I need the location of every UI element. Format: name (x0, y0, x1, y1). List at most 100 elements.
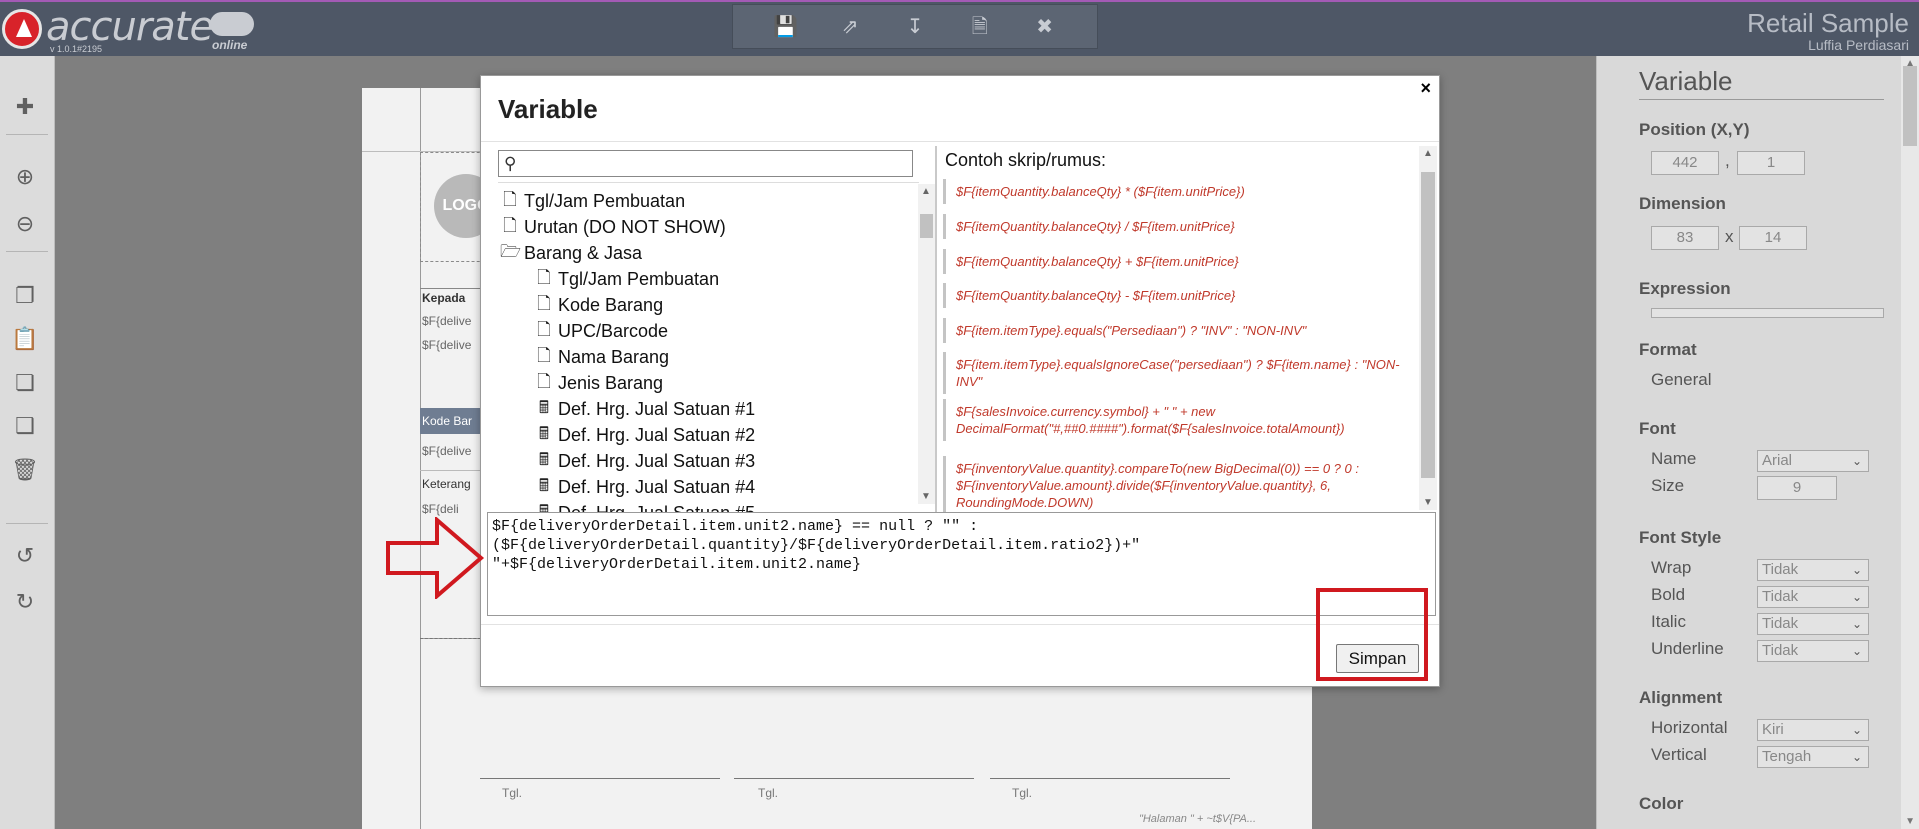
tree-item[interactable]: 🖩 Def. Hrg. Jual Satuan #1 (534, 397, 755, 421)
example-snippet[interactable]: $F{item.itemType}.equalsIgnoreCase("pers… (943, 352, 1415, 394)
scroll-down-icon[interactable]: ▼ (921, 491, 931, 502)
tree-item[interactable]: 🖩 Def. Hrg. Jual Satuan #2 (534, 423, 755, 447)
horizontal-select[interactable]: Kiri ⌄ (1757, 719, 1869, 741)
zoom-in-icon[interactable]: ⊕ (10, 162, 40, 192)
scroll-down-icon[interactable]: ▼ (1423, 497, 1433, 508)
tree-item-label: Urutan (DO NOT SHOW) (524, 216, 726, 237)
scroll-up-icon[interactable]: ▲ (1423, 148, 1433, 159)
wrap-label: Wrap (1651, 558, 1692, 577)
scrollbar-thumb[interactable] (920, 214, 933, 238)
tree-item[interactable]: 🗋 UPC/Barcode (534, 319, 668, 343)
tree-item[interactable]: 🖩 Def. Hrg. Jual Satuan #4 (534, 475, 755, 499)
position-x-input[interactable]: 442 (1651, 151, 1719, 175)
dimension-separator: x (1725, 227, 1734, 246)
selected-variable-field[interactable]: $F{deli (422, 502, 459, 516)
italic-select[interactable]: Tidak ⌄ (1757, 613, 1869, 635)
example-snippet[interactable]: $F{itemQuantity.balanceQty} / $F{item.un… (943, 214, 1415, 239)
font-size-input[interactable]: 9 (1757, 476, 1837, 500)
font-size-label: Size (1651, 476, 1685, 495)
wrap-select[interactable]: Tidak ⌄ (1757, 559, 1869, 581)
file-icon: 🗋 (537, 267, 551, 287)
scroll-up-icon[interactable]: ▲ (1905, 58, 1915, 69)
undo-icon[interactable]: ↺ (10, 541, 40, 571)
tree-item[interactable]: 🗋 Jenis Barang (534, 371, 663, 395)
tree-item-label: Tgl/Jam Pembuatan (524, 190, 686, 211)
calculator-icon: 🖩 (538, 423, 550, 443)
example-snippet[interactable]: $F{salesInvoice.currency.symbol} + " " +… (943, 399, 1415, 441)
horizontal-value: Kiri (1762, 721, 1784, 738)
close-icon[interactable]: ✖ (1030, 12, 1060, 42)
bring-front-icon[interactable]: ❏ (10, 368, 40, 398)
height-input[interactable]: 14 (1739, 226, 1807, 250)
example-snippet[interactable]: $F{item.itemType}.equals("Persediaan") ?… (943, 318, 1415, 343)
tree-item[interactable]: 🗋 Kode Barang (534, 293, 663, 317)
tree-item-label: Def. Hrg. Jual Satuan #1 (558, 398, 756, 419)
paste-icon[interactable]: 📋 (10, 324, 40, 354)
search-icon: ⚲ (504, 154, 517, 173)
delete-icon[interactable]: 🗑 (10, 455, 40, 485)
close-icon[interactable]: × (1420, 78, 1431, 99)
tree-item[interactable]: 🗋 Tgl/Jam Pembuatan (534, 267, 719, 291)
examples-scrollbar[interactable]: ▲ ▼ (1419, 146, 1437, 510)
tree-item[interactable]: 🗋 Urutan (DO NOT SHOW) (500, 215, 726, 239)
bold-value: Tidak (1762, 588, 1799, 605)
keterangan-label[interactable]: Keterang (422, 477, 471, 491)
scrollbar-thumb[interactable] (1421, 172, 1435, 478)
tree-item[interactable]: 🗋 Tgl/Jam Pembuatan (500, 189, 685, 213)
tree-item[interactable]: 🗋 Nama Barang (534, 345, 669, 369)
tree-item-label: Jenis Barang (558, 372, 664, 393)
divider (6, 523, 48, 524)
send-back-icon[interactable]: ❑ (10, 411, 40, 441)
preview-icon[interactable]: 🗎 (965, 12, 995, 42)
vertical-select[interactable]: Tengah ⌄ (1757, 746, 1869, 768)
wrap-value: Tidak (1762, 561, 1799, 578)
scrollbar-thumb[interactable] (1903, 66, 1917, 146)
tree-item[interactable]: 🗁 Barang & Jasa (500, 241, 642, 265)
date-label[interactable]: Tgl. (1012, 786, 1032, 800)
properties-scrollbar[interactable]: ▲ ▼ (1901, 56, 1919, 829)
scroll-down-icon[interactable]: ▼ (1905, 816, 1915, 827)
font-label: Font (1639, 419, 1676, 438)
width-input[interactable]: 83 (1651, 226, 1719, 250)
example-snippet[interactable]: $F{itemQuantity.balanceQty} - $F{item.un… (943, 283, 1415, 308)
chevron-down-icon: ⌄ (1851, 644, 1862, 658)
bold-select[interactable]: Tidak ⌄ (1757, 586, 1869, 608)
user-name: Luffia Perdiasari (1808, 37, 1909, 53)
save-icon[interactable]: 💾 (770, 12, 800, 42)
top-app-bar: accurate online v 1.0.1#2195 💾 ⇗ ↧ 🗎 ✖ R… (0, 0, 1919, 56)
example-snippet[interactable]: $F{itemQuantity.balanceQty} * ($F{item.u… (943, 179, 1415, 204)
example-snippet[interactable]: $F{itemQuantity.balanceQty} + $F{item.un… (943, 249, 1415, 274)
redo-icon[interactable]: ↻ (10, 587, 40, 617)
format-value[interactable]: General (1651, 370, 1711, 390)
expression-input[interactable] (1651, 308, 1884, 318)
copy-icon[interactable]: ❐ (10, 281, 40, 311)
address-field[interactable]: $F{delive (422, 338, 471, 352)
date-label[interactable]: Tgl. (502, 786, 522, 800)
font-name-select[interactable]: Arial ⌄ (1757, 450, 1869, 472)
export-icon[interactable]: ⇗ (835, 12, 865, 42)
zoom-out-icon[interactable]: ⊖ (10, 209, 40, 239)
underline-label: Underline (1651, 639, 1724, 658)
guide-line (420, 288, 486, 289)
kode-barang-header[interactable]: Kode Bar (422, 414, 472, 428)
underline-select[interactable]: Tidak ⌄ (1757, 640, 1869, 662)
search-input[interactable] (525, 153, 905, 174)
panel-title: Variable (1639, 66, 1733, 96)
example-snippet[interactable]: $F{inventoryValue.quantity}.compareTo(ne… (943, 456, 1415, 515)
detail-field[interactable]: $F{delive (422, 444, 471, 458)
expression-editor[interactable] (487, 512, 1436, 616)
tree-scrollbar[interactable]: ▲ ▼ (918, 184, 935, 504)
page-footer-field[interactable]: "Halaman " + ~t$V{PA... (1139, 813, 1256, 825)
import-icon[interactable]: ↧ (900, 12, 930, 42)
tree-item-label: Def. Hrg. Jual Satuan #3 (558, 450, 756, 471)
customer-field[interactable]: $F{delive (422, 314, 471, 328)
chevron-down-icon: ⌄ (1851, 563, 1862, 577)
tree-item[interactable]: 🖩 Def. Hrg. Jual Satuan #3 (534, 449, 755, 473)
date-label[interactable]: Tgl. (758, 786, 778, 800)
chevron-down-icon: ⌄ (1851, 590, 1862, 604)
kepada-label[interactable]: Kepada (422, 291, 465, 305)
add-icon[interactable]: ✚ (10, 92, 40, 122)
tree-item-label: Kode Barang (558, 294, 664, 315)
position-y-input[interactable]: 1 (1737, 151, 1805, 175)
scroll-up-icon[interactable]: ▲ (921, 186, 931, 197)
